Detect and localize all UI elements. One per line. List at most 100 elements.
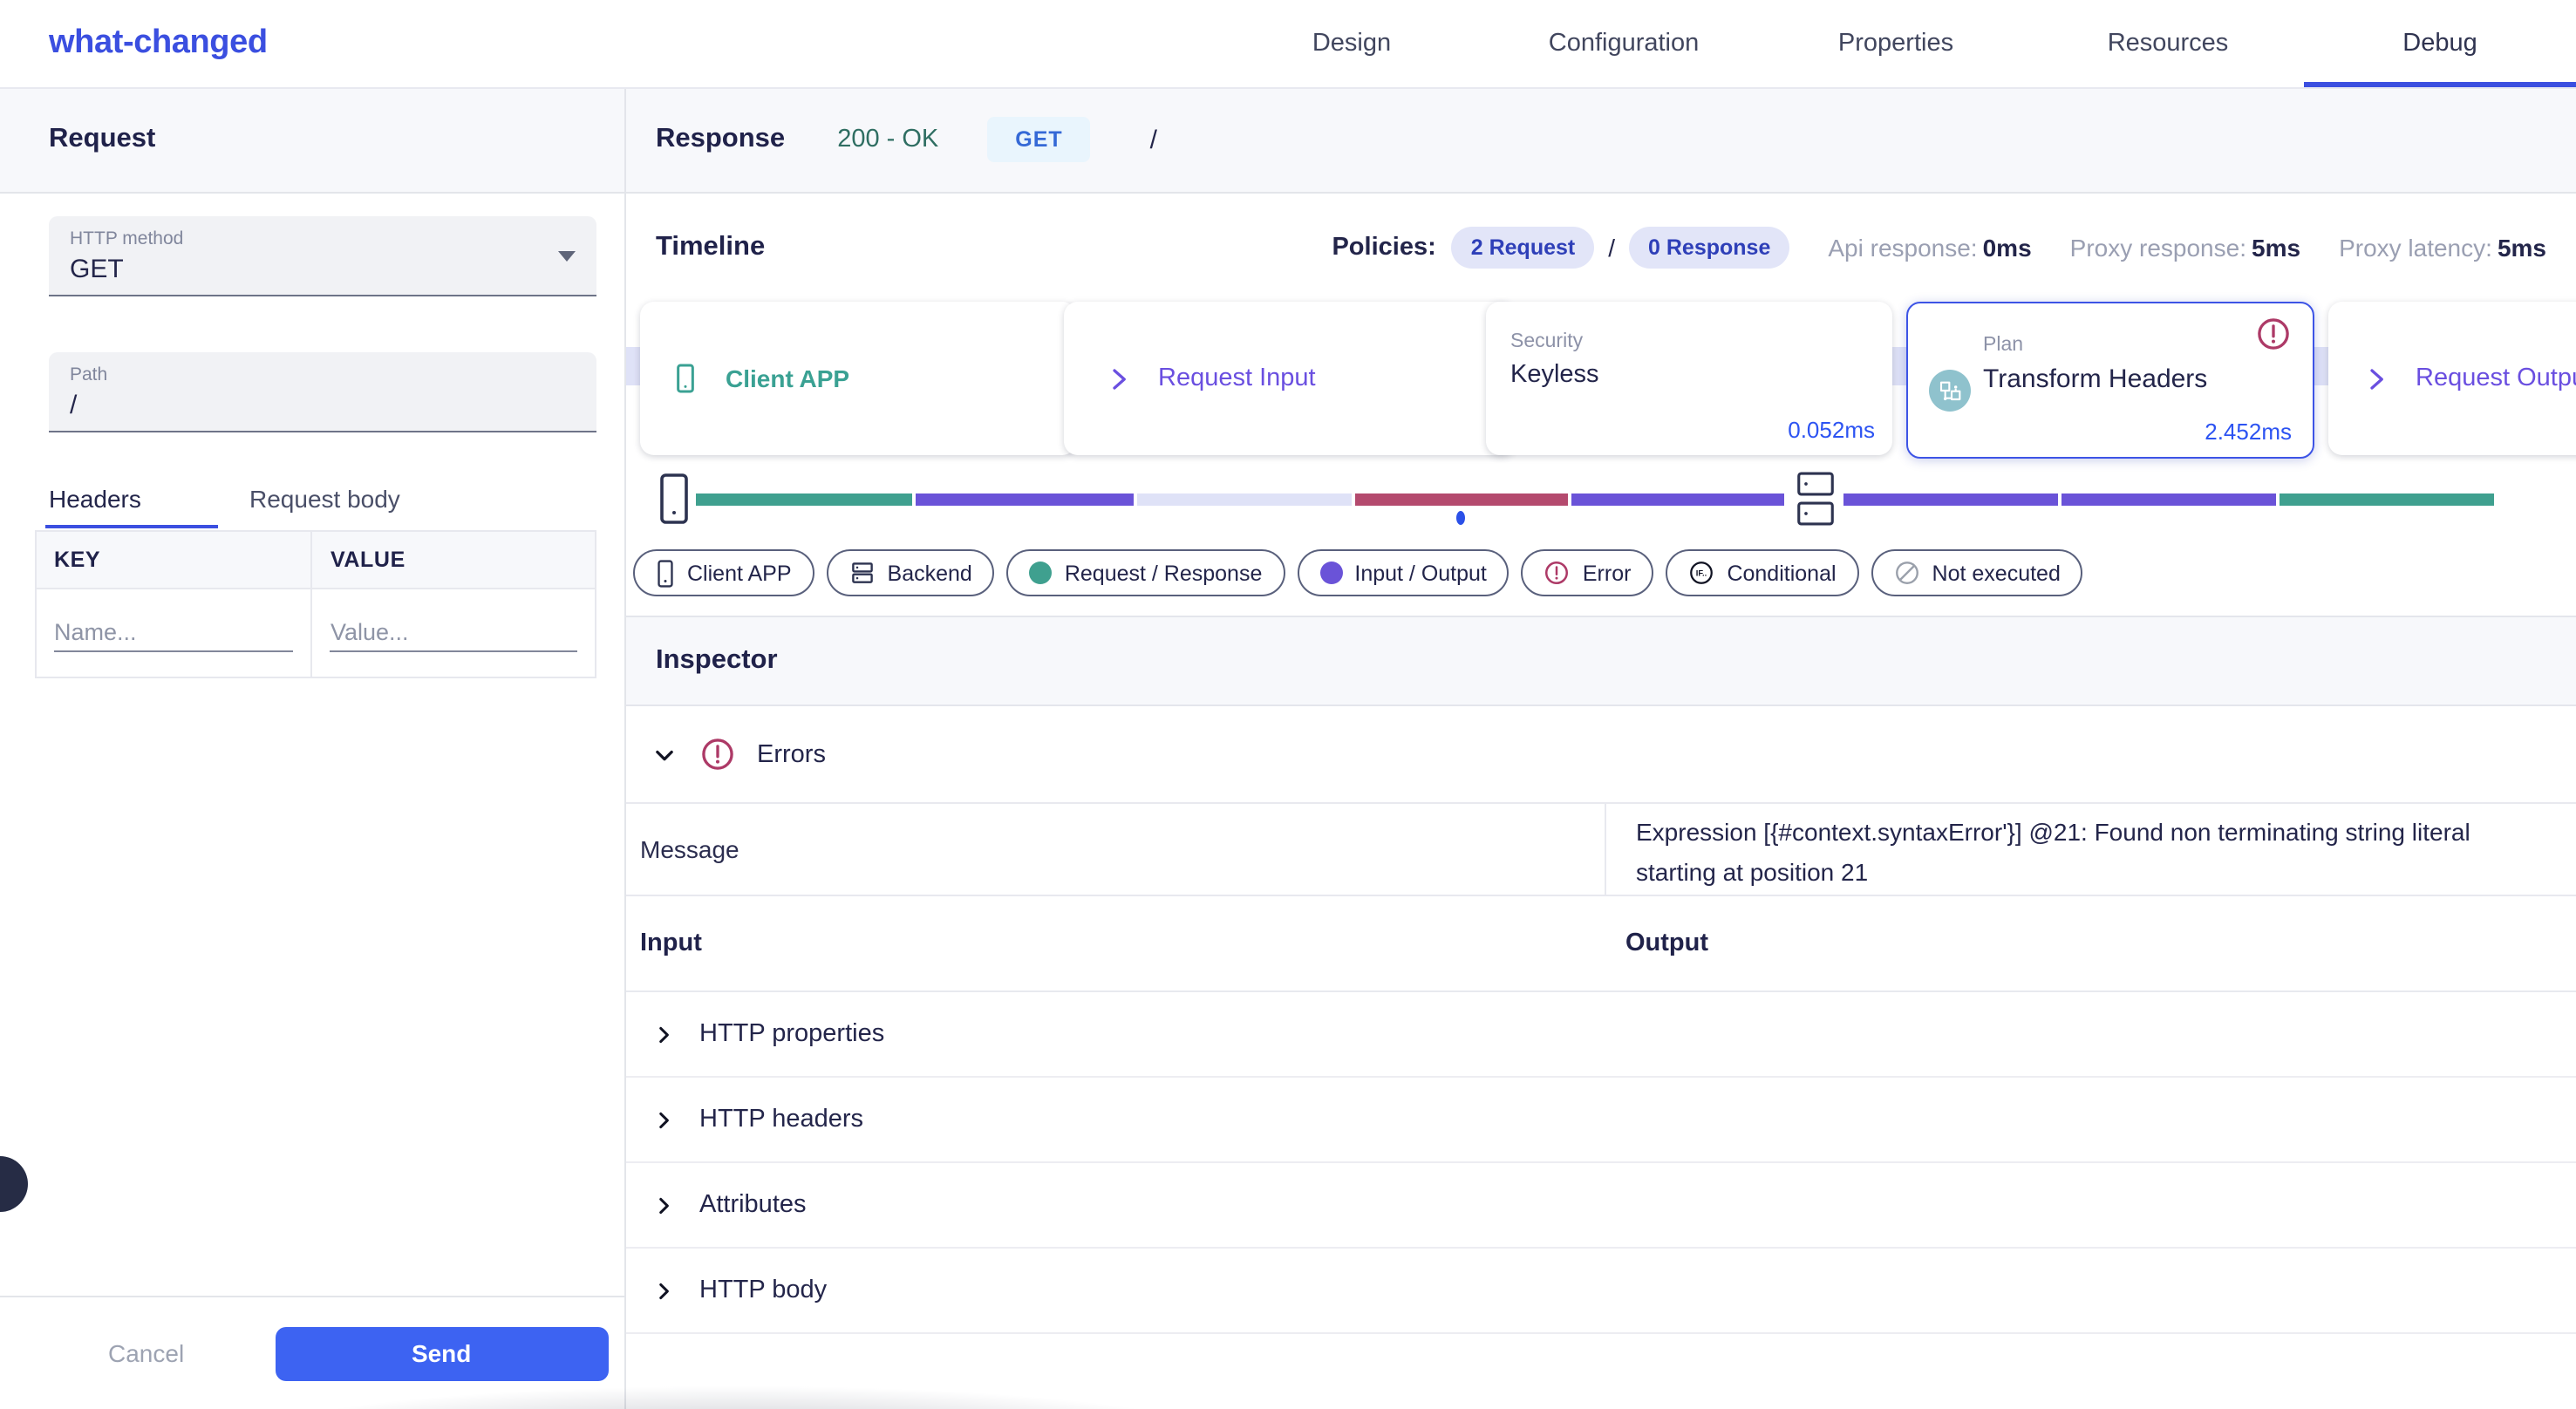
section-http-properties[interactable]: HTTP properties <box>626 992 2576 1078</box>
tab-headers[interactable]: Headers <box>45 485 218 528</box>
policies-separator: / <box>1608 234 1616 262</box>
server-icon <box>1795 466 1837 532</box>
timeline-segment-crimson <box>1355 493 1568 505</box>
response-title: Response <box>656 124 786 153</box>
tab-request-body[interactable]: Request body <box>218 485 494 528</box>
timeline-card-plan-transform-headers[interactable]: Plan Transform Headers 2.452ms <box>1906 302 2314 459</box>
tab-configuration[interactable]: Configuration <box>1488 0 1760 87</box>
errors-title: Errors <box>757 740 826 768</box>
table-row <box>34 588 596 678</box>
timeline-card-security-keyless[interactable]: Security Keyless 0.052ms <box>1486 302 1892 455</box>
timeline-segment-purple <box>916 493 1134 505</box>
section-http-body[interactable]: HTTP body <box>626 1249 2576 1334</box>
output-header: Output <box>1625 929 1709 957</box>
cancel-button[interactable]: Cancel <box>98 1338 194 1369</box>
legend-chip-backend: Backend <box>826 549 995 596</box>
api-response-metric: Api response: 0ms <box>1828 234 2032 262</box>
timeline-card-client-app[interactable]: Client APP <box>640 302 1076 455</box>
purple-dot-icon <box>1319 562 1343 584</box>
duration-value: 2.452ms <box>2205 419 2292 445</box>
request-subtabs: Headers Request body <box>45 485 624 528</box>
main-tabs: Design Configuration Properties Resource… <box>1216 0 2576 87</box>
policies-label: Policies: <box>1332 234 1436 262</box>
selected-policy-marker <box>1456 511 1465 525</box>
section-http-headers[interactable]: HTTP headers <box>626 1078 2576 1163</box>
phone-icon <box>668 361 703 396</box>
tab-resources[interactable]: Resources <box>2032 0 2304 87</box>
key-column-header: KEY <box>34 530 313 589</box>
error-icon <box>1544 560 1571 586</box>
chevron-right-icon <box>1106 364 1132 393</box>
chevron-down-icon <box>558 251 576 262</box>
timeline-segment-teal <box>696 493 912 505</box>
request-title: Request <box>49 124 156 153</box>
proxy-response-metric: Proxy response: 5ms <box>2069 234 2301 262</box>
section-attributes[interactable]: Attributes <box>626 1163 2576 1249</box>
tab-design[interactable]: Design <box>1216 0 1488 87</box>
input-header: Input <box>640 929 702 957</box>
message-value: Expression [{#context.syntaxError'}] @21… <box>1605 804 2576 895</box>
phone-icon <box>659 473 689 525</box>
response-policies-badge: 0 Response <box>1629 227 1790 269</box>
http-method-select[interactable]: HTTP method GET <box>49 216 596 296</box>
path-value: / <box>70 391 78 420</box>
timeline-bar <box>626 459 2576 539</box>
duration-value: 0.052ms <box>1788 417 1875 443</box>
timeline-card-request-input[interactable]: Request Input <box>1064 302 1516 455</box>
chevron-right-icon <box>652 1023 675 1045</box>
teal-dot-icon <box>1029 562 1053 584</box>
tab-properties[interactable]: Properties <box>1760 0 2032 87</box>
chevron-right-icon <box>652 1194 675 1216</box>
request-policies-badge: 2 Request <box>1451 227 1595 269</box>
tab-debug[interactable]: Debug <box>2304 0 2576 87</box>
legend-chip-request-response: Request / Response <box>1006 549 1285 596</box>
request-panel: Request HTTP method GET Path / Headers R… <box>0 87 626 1409</box>
error-message-row: Message Expression [{#context.syntaxErro… <box>626 804 2576 896</box>
response-panel: Response 200 - OK GET / Timeline Policie… <box>626 87 2576 1409</box>
timeline-segment-purple <box>2061 493 2276 505</box>
chevron-right-icon <box>2363 364 2389 393</box>
timeline-card-request-output[interactable]: Request Output <box>2328 302 2576 455</box>
timeline-header: Timeline Policies: 2 Request / 0 Respons… <box>626 194 2576 302</box>
chevron-down-icon[interactable] <box>652 742 677 766</box>
timeline-bar-track <box>696 466 2498 532</box>
not-executed-icon <box>1894 560 1920 586</box>
timeline-segment-teal <box>2280 493 2494 505</box>
inspector-header: Inspector <box>626 616 2576 706</box>
server-icon <box>849 560 876 586</box>
http-method-label: HTTP method <box>70 228 184 249</box>
timeline-cards: Client APP Request Input Security Keyles… <box>626 302 2576 459</box>
response-header: Response 200 - OK GET / <box>626 87 2576 194</box>
debug-page: what-changed Design Configuration Proper… <box>0 0 2576 1409</box>
chevron-right-icon <box>652 1279 675 1302</box>
conditional-icon: IF.. <box>1688 560 1714 586</box>
legend-chip-not-executed: Not executed <box>1871 549 2083 596</box>
header-value-input[interactable] <box>330 614 577 652</box>
inspector-title: Inspector <box>656 645 778 675</box>
timeline-legend: Client APP Backend Request / Response In… <box>633 549 2576 596</box>
timeline-segment-purple <box>1571 493 1784 505</box>
input-output-header-row: Input Output <box>626 896 2576 992</box>
path-input[interactable]: Path / <box>49 352 596 432</box>
error-icon <box>699 736 736 773</box>
chevron-right-icon <box>652 1108 675 1131</box>
phone-icon <box>656 559 675 587</box>
error-icon <box>2255 316 2292 352</box>
legend-chip-error: Error <box>1521 549 1654 596</box>
headers-table: KEY VALUE <box>34 530 596 678</box>
value-column-header: VALUE <box>310 530 596 589</box>
method-badge: GET <box>987 117 1091 162</box>
svg-text:IF..: IF.. <box>1696 569 1707 578</box>
request-panel-header: Request <box>0 87 624 194</box>
policy-icon <box>1929 370 1971 412</box>
http-method-value: GET <box>70 255 124 284</box>
timeline-summary: Policies: 2 Request / 0 Response Api res… <box>1332 227 2546 269</box>
legend-chip-conditional: IF.. Conditional <box>1666 549 1859 596</box>
api-title: what-changed <box>49 24 268 61</box>
status-badge: 200 - OK <box>837 126 939 153</box>
timeline-segment-purple <box>1843 493 2058 505</box>
header-name-input[interactable] <box>54 614 294 652</box>
send-button[interactable]: Send <box>275 1326 609 1380</box>
path-label: Path <box>70 364 108 385</box>
errors-section[interactable]: Errors <box>626 706 2576 804</box>
